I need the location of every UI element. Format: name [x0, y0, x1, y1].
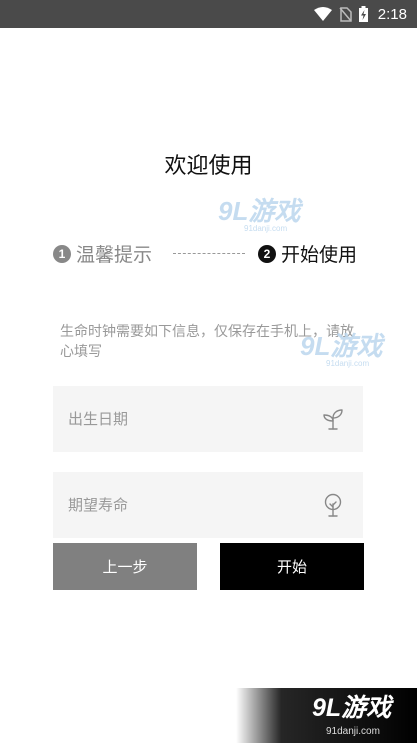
step-label-start-using: 开始使用: [281, 244, 358, 266]
watermark-brand: 9L游戏: [218, 196, 301, 226]
tree-icon: [321, 493, 345, 517]
watermark-logo: 9L游戏 91danji.com: [300, 333, 382, 368]
step-label-tips: 温馨提示: [76, 244, 153, 266]
step-start-using: 2 开始使用: [258, 240, 357, 267]
watermark-site: 91danji.com: [326, 359, 370, 368]
no-sim-icon: [339, 6, 352, 22]
step-number-2: 2: [258, 244, 276, 263]
battery-charging-icon: [358, 6, 368, 22]
watermark-site: 91danji.com: [244, 224, 288, 233]
watermark-brand: 9L游戏: [300, 331, 383, 361]
birth-date-input[interactable]: [53, 410, 293, 428]
watermark-logo: 9L游戏 91danji.com: [218, 198, 300, 233]
birth-date-field[interactable]: [53, 386, 363, 452]
bottom-watermark-site: 91danji.com: [326, 726, 380, 737]
step-indicator: 1 温馨提示 2 开始使用: [53, 240, 373, 268]
wifi-icon: [313, 7, 332, 21]
life-expectancy-input[interactable]: [53, 496, 293, 514]
bottom-watermark-logo: 9L游戏 91danji.com: [236, 688, 417, 743]
status-time: 2:18: [377, 5, 407, 23]
step-number-1: 1: [53, 244, 71, 263]
start-button[interactable]: 开始: [220, 543, 364, 590]
status-icons: 2:18: [313, 4, 407, 24]
life-expectancy-field[interactable]: [53, 472, 363, 538]
sprout-icon: [321, 407, 345, 431]
bottom-watermark-brand: 9L游戏: [312, 694, 392, 722]
step-connector: [173, 253, 245, 254]
previous-step-button[interactable]: 上一步: [53, 543, 197, 590]
welcome-title: 欢迎使用: [164, 154, 253, 179]
status-bar: 2:18: [0, 0, 417, 28]
step-tips: 1 温馨提示: [53, 240, 152, 267]
